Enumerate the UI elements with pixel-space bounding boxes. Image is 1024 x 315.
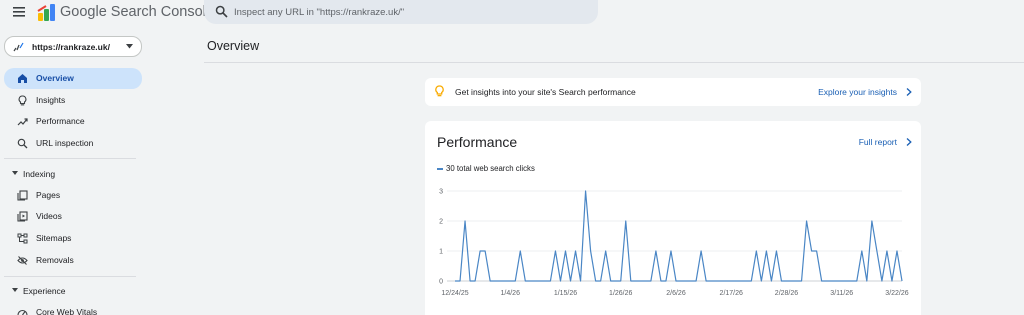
- sidebar-item-label: URL inspection: [36, 138, 94, 148]
- insights-banner: Get insights into your site's Search per…: [425, 78, 921, 106]
- sidebar-item-pages[interactable]: Pages: [4, 185, 142, 206]
- page-title: Overview: [207, 39, 260, 53]
- x-tick-label: 12/24/25: [441, 290, 468, 297]
- section-indexing[interactable]: Indexing: [4, 165, 142, 183]
- insights-text: Get insights into your site's Search per…: [455, 87, 636, 97]
- sidebar-item-sitemaps[interactable]: Sitemaps: [4, 228, 142, 249]
- home-icon: [18, 74, 27, 83]
- x-tick-label: 2/17/26: [720, 290, 743, 297]
- title-divider: [204, 62, 1024, 63]
- caret-down-icon: [12, 171, 18, 175]
- full-report-link[interactable]: Full report: [859, 137, 897, 147]
- x-tick-label: 2/28/26: [775, 290, 798, 297]
- clicks-series-line: [455, 190, 903, 282]
- y-tick-label: 3: [439, 189, 443, 196]
- lightbulb-icon: [435, 85, 444, 97]
- chevron-right-icon[interactable]: [906, 88, 912, 96]
- sidebar-item-label: Sitemaps: [36, 233, 72, 243]
- search-input[interactable]: [234, 0, 584, 24]
- sidebar-item-removals[interactable]: Removals: [4, 250, 142, 271]
- y-tick-label: 0: [439, 279, 443, 286]
- property-selector[interactable]: https://rankraze.uk/: [4, 36, 142, 57]
- sidebar-item-label: Pages: [36, 190, 61, 200]
- section-label: Indexing: [23, 169, 56, 179]
- performance-card: 0 1 2 3 12/24/25 1/4/26 1/15/26 1/26/26 2/6/26 2/…: [425, 121, 921, 315]
- sidebar-divider: [4, 276, 136, 277]
- chevron-down-icon: [126, 44, 133, 49]
- legend-swatch: [437, 168, 443, 170]
- video-icon: [17, 211, 28, 222]
- sidebar-divider: [4, 158, 136, 159]
- x-tick-label: 3/11/26: [830, 290, 853, 297]
- url-inspection-search[interactable]: [204, 0, 598, 24]
- y-tick-label: 2: [439, 219, 443, 226]
- speed-icon: [17, 309, 28, 315]
- x-tick-label: 1/26/26: [609, 290, 632, 297]
- property-label: https://rankraze.uk/: [32, 42, 110, 52]
- x-tick-label: 1/4/26: [501, 290, 521, 297]
- x-tick-label: 1/15/26: [554, 290, 577, 297]
- pages-icon: [17, 190, 28, 201]
- lightbulb-icon: [18, 95, 27, 106]
- search-icon: [215, 5, 228, 18]
- x-tick-label: 2/6/26: [666, 290, 686, 297]
- search-console-logo[interactable]: [37, 3, 56, 22]
- sidebar-item-performance[interactable]: Performance: [4, 111, 142, 132]
- sidebar-item-label: Removals: [36, 255, 74, 265]
- sidebar-item-core-web-vitals[interactable]: Core Web Vitals: [4, 302, 142, 315]
- sidebar-item-label: Performance: [36, 116, 85, 126]
- sidebar-item-overview[interactable]: Overview: [4, 68, 142, 89]
- x-tick-label: 3/22/26: [885, 290, 908, 297]
- top-app-bar: Google Search Console: [0, 0, 1024, 26]
- sidebar-item-label: Insights: [36, 95, 66, 105]
- removals-icon: [17, 256, 28, 265]
- caret-down-icon: [12, 288, 18, 292]
- menu-icon[interactable]: [12, 5, 26, 19]
- performance-chart: 0 1 2 3 12/24/25 1/4/26 1/15/26 1/26/26 2/6/26 2/…: [439, 189, 909, 298]
- sidebar-item-label: Overview: [36, 73, 74, 83]
- legend-label: 30 total web search clicks: [446, 164, 535, 173]
- sidebar-item-insights[interactable]: Insights: [4, 90, 142, 111]
- y-tick-label: 1: [439, 249, 443, 256]
- performance-title: Performance: [437, 134, 518, 150]
- domain-property-icon: [13, 42, 24, 52]
- section-label: Experience: [23, 286, 66, 296]
- sitemap-icon: [17, 233, 28, 244]
- sidebar-item-url-inspection[interactable]: URL inspection: [4, 133, 142, 154]
- section-experience[interactable]: Experience: [4, 282, 142, 300]
- sidebar-item-label: Core Web Vitals: [36, 307, 98, 315]
- trending-up-icon: [17, 118, 28, 126]
- search-icon: [17, 138, 28, 149]
- sidebar-item-videos[interactable]: Videos: [4, 206, 142, 227]
- explore-insights-link[interactable]: Explore your insights: [818, 87, 897, 97]
- chevron-right-icon[interactable]: [906, 138, 912, 146]
- app-title: Google Search Console: [60, 4, 214, 20]
- sidebar-item-label: Videos: [36, 211, 62, 221]
